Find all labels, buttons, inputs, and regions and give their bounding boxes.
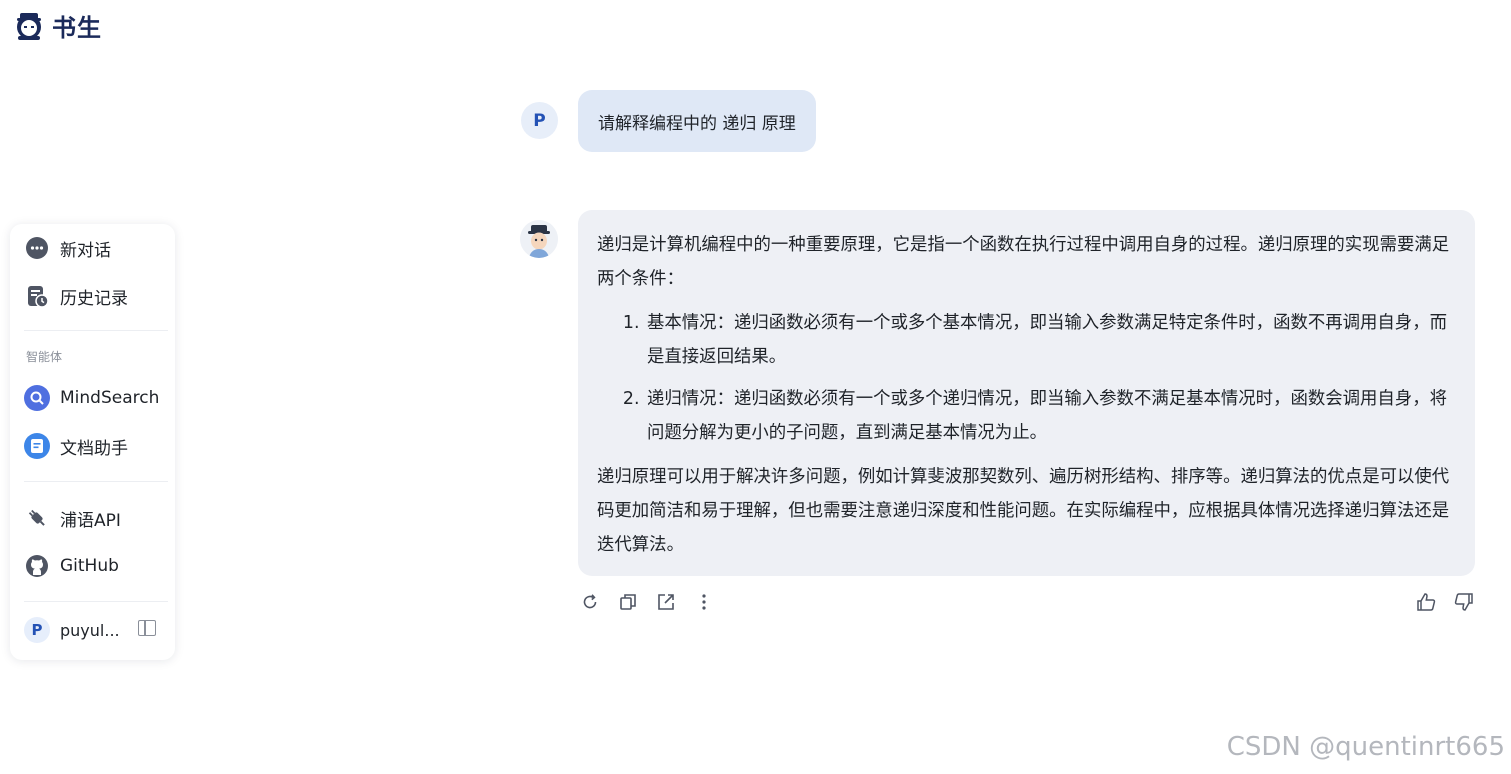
sidebar-item-api[interactable]: 浦语API [24, 505, 121, 531]
sidebar-item-new-chat[interactable]: 新对话 [24, 235, 111, 261]
brand-logo[interactable]: 书生 [12, 8, 102, 43]
sidebar-item-label: 浦语API [60, 510, 121, 531]
chat-bubble-icon [24, 235, 50, 261]
agents-section-title: 智能体 [26, 350, 63, 364]
sidebar-item-github[interactable]: GitHub [24, 553, 119, 579]
user-message-bubble: 请解释编程中的 递归 原理 [578, 90, 816, 152]
sidebar-item-label: 文档助手 [60, 438, 128, 459]
regenerate-icon[interactable] [580, 592, 600, 612]
sidebar-collapse-icon[interactable] [138, 620, 156, 636]
more-icon[interactable] [694, 592, 714, 612]
assistant-intro: 递归是计算机编程中的一种重要原理，它是指一个函数在执行过程中调用自身的过程。递归… [597, 235, 1450, 289]
assistant-message-bubble: 递归是计算机编程中的一种重要原理，它是指一个函数在执行过程中调用自身的过程。递归… [578, 210, 1475, 576]
scholar-logo-icon [17, 12, 41, 40]
watermark: CSDN @quentinrt665 [1226, 732, 1505, 762]
github-icon [24, 553, 50, 579]
document-assistant-icon [24, 433, 50, 459]
sidebar-item-label: MindSearch [60, 388, 160, 408]
thumbs-down-icon[interactable] [1454, 592, 1474, 612]
message-actions-left [580, 592, 714, 612]
plug-icon [24, 505, 50, 531]
user-avatar: P [24, 617, 50, 643]
sidebar-divider [24, 601, 168, 602]
sidebar: 新对话 历史记录 智能体 MindSearch 文档助手 浦语API GitHu… [10, 224, 175, 660]
user-message-text: 请解释编程中的 递归 原理 [598, 113, 796, 134]
share-icon[interactable] [656, 592, 676, 612]
user-name: puyul... [60, 620, 120, 640]
sidebar-item-label: 新对话 [60, 240, 111, 261]
sidebar-divider [24, 330, 168, 331]
sidebar-item-label: 历史记录 [60, 288, 128, 309]
scholar-avatar-icon [520, 220, 558, 258]
list-item: 递归情况：递归函数必须有一个或多个递归情况，即当输入参数不满足基本情况时，函数会… [645, 382, 1457, 450]
history-icon [24, 283, 50, 309]
user-profile[interactable]: P puyul... [24, 617, 120, 643]
thumbs-up-icon[interactable] [1416, 592, 1436, 612]
sidebar-item-mindsearch[interactable]: MindSearch [24, 385, 159, 411]
sidebar-item-label: GitHub [60, 556, 119, 576]
list-item: 基本情况：递归函数必须有一个或多个基本情况，即当输入参数满足特定条件时，函数不再… [645, 306, 1457, 374]
brand-name: 书生 [52, 14, 102, 42]
sidebar-item-document-assistant[interactable]: 文档助手 [24, 433, 128, 459]
sidebar-divider [24, 481, 168, 482]
sidebar-item-history[interactable]: 历史记录 [24, 283, 128, 309]
assistant-conclusion: 递归原理可以用于解决许多问题，例如计算斐波那契数列、遍历树形结构、排序等。递归算… [597, 467, 1450, 555]
user-message-avatar: P [521, 102, 558, 139]
message-actions-right [1416, 592, 1474, 612]
mindsearch-icon [24, 385, 50, 411]
conditions-list: 基本情况：递归函数必须有一个或多个基本情况，即当输入参数满足特定条件时，函数不再… [597, 306, 1457, 450]
assistant-avatar [520, 220, 558, 258]
copy-icon[interactable] [618, 592, 638, 612]
